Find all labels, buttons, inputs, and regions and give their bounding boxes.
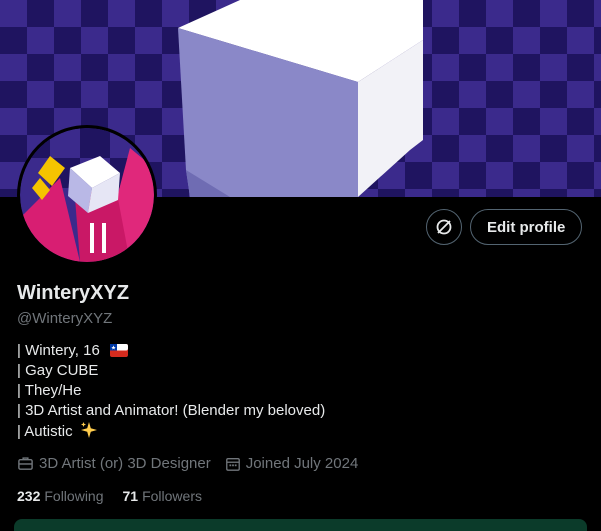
edit-profile-button[interactable]: Edit profile: [470, 209, 583, 245]
profile-meta: 3D Artist (or) 3D Designer Joined July 2…: [17, 455, 372, 472]
briefcase-icon: [18, 457, 33, 470]
calendar-icon: [225, 457, 240, 471]
bottom-banner-edge: [14, 519, 587, 531]
slashed-circle-button[interactable]: [426, 209, 462, 245]
followers-link[interactable]: 71 Followers: [123, 488, 202, 504]
bio-line: | Gay CUBE: [17, 362, 99, 379]
profession-item: 3D Artist (or) 3D Designer: [17, 455, 211, 472]
slashed-circle-icon: [436, 219, 452, 235]
following-label: Following: [44, 488, 104, 504]
display-name: WinteryXYZ: [17, 282, 130, 304]
user-handle: @WinteryXYZ: [17, 310, 113, 327]
avatar[interactable]: [17, 125, 157, 265]
following-link[interactable]: 232 Following: [17, 488, 104, 504]
followers-label: Followers: [142, 488, 202, 504]
following-count: 232: [17, 488, 41, 504]
joined-item: Joined July 2024: [225, 455, 359, 472]
profession-text: 3D Artist (or) 3D Designer: [39, 455, 211, 472]
follow-stats: 232 Following 71 Followers: [17, 488, 221, 504]
bio-line: | 3D Artist and Animator! (Blender my be…: [17, 402, 326, 419]
bio-line: | They/He: [17, 382, 82, 399]
chile-flag-icon: [109, 344, 128, 357]
bio-line: | Wintery, 16: [17, 341, 325, 361]
followers-count: 71: [122, 488, 139, 504]
joined-text: Joined July 2024: [245, 455, 359, 472]
sparkles-icon: [80, 422, 97, 438]
bio-line: | Autistic: [17, 421, 325, 442]
bio: | Wintery, 16 | Gay CUBE | They/He | 3D …: [17, 341, 325, 442]
